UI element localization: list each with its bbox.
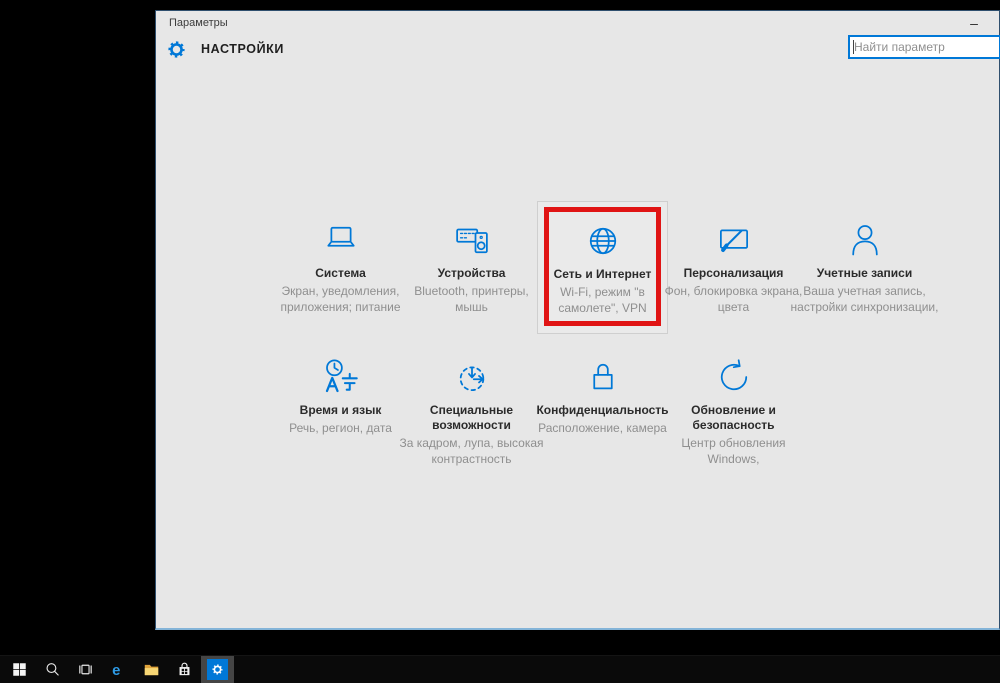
settings-header: НАСТРОЙКИ bbox=[166, 37, 284, 61]
tile-title: Время и язык bbox=[299, 403, 382, 417]
taskbar-search-button[interactable] bbox=[36, 656, 69, 683]
tile-subtitle: Экран, уведомления, приложения; питание bbox=[280, 284, 401, 314]
ease-icon bbox=[451, 356, 493, 398]
folder-icon bbox=[143, 661, 160, 678]
tile-title: Конфиденциальность bbox=[536, 403, 669, 417]
edge-button[interactable] bbox=[102, 656, 135, 683]
account-icon bbox=[844, 219, 886, 261]
tile-title: Сеть и Интернет bbox=[553, 267, 652, 281]
tile-title: Персонализация bbox=[683, 266, 784, 280]
tile-subtitle: Wi-Fi, режим "в самолете", VPN bbox=[558, 285, 647, 315]
tile-title: Система bbox=[315, 266, 366, 280]
text-caret bbox=[853, 40, 854, 54]
tile-personalization[interactable]: Персонализация Фон, блокировка экрана, ц… bbox=[665, 201, 802, 334]
start-button[interactable] bbox=[3, 656, 36, 683]
tile-privacy[interactable]: Конфиденциальность Расположение, камера bbox=[536, 338, 669, 471]
tile-title: Обновление и безопасность bbox=[691, 403, 776, 432]
tile-title: Учетные записи bbox=[816, 266, 913, 280]
update-icon bbox=[713, 356, 755, 398]
gear-icon bbox=[166, 39, 187, 60]
settings-tiles-grid: Система Экран, уведомления, приложения; … bbox=[275, 201, 938, 475]
store-button[interactable] bbox=[168, 656, 201, 683]
tile-subtitle: Речь, регион, дата bbox=[289, 421, 392, 435]
minimize-button[interactable]: – bbox=[952, 11, 996, 35]
tile-network-internet[interactable]: Сеть и Интернет Wi-Fi, режим "в самолете… bbox=[537, 201, 668, 334]
gear-icon bbox=[211, 663, 224, 676]
tile-time-language[interactable]: Время и язык Речь, регион, дата bbox=[275, 338, 406, 471]
personalization-icon bbox=[713, 219, 755, 261]
edge-icon bbox=[110, 661, 127, 678]
time-language-icon bbox=[320, 356, 362, 398]
tile-title: Устройства bbox=[437, 266, 506, 280]
privacy-icon bbox=[582, 356, 624, 398]
store-icon bbox=[176, 661, 193, 678]
tile-subtitle: Расположение, камера bbox=[538, 421, 667, 435]
taskbar bbox=[0, 655, 1000, 683]
tile-subtitle: Центр обновления Windows, bbox=[681, 436, 786, 466]
tile-accounts[interactable]: Учетные записи Ваша учетная запись, наст… bbox=[791, 201, 938, 334]
tile-devices[interactable]: Устройства Bluetooth, принтеры, мышь bbox=[406, 201, 537, 334]
page-title: НАСТРОЙКИ bbox=[201, 42, 284, 56]
tile-system[interactable]: Система Экран, уведомления, приложения; … bbox=[275, 201, 406, 334]
tile-subtitle: Фон, блокировка экрана, цвета bbox=[664, 284, 803, 314]
tb-search-icon bbox=[44, 661, 61, 678]
taskview-icon bbox=[77, 661, 94, 678]
window-titlebar[interactable]: Параметры bbox=[169, 17, 228, 29]
task-view-button[interactable] bbox=[69, 656, 102, 683]
tile-update-security[interactable]: Обновление и безопасность Центр обновлен… bbox=[668, 338, 799, 471]
tile-title: Специальные возможности bbox=[429, 403, 514, 432]
devices-icon bbox=[451, 219, 493, 261]
tile-ease-of-access[interactable]: Специальные возможности За кадром, лупа,… bbox=[399, 338, 544, 471]
start-icon bbox=[11, 661, 28, 678]
settings-window: Параметры – НАСТРОЙКИ Система Экран, уве… bbox=[155, 10, 1000, 630]
tile-subtitle: За кадром, лупа, высокая контрастность bbox=[399, 436, 544, 466]
globe-icon bbox=[582, 220, 624, 262]
settings-button[interactable] bbox=[201, 656, 234, 683]
tile-subtitle: Bluetooth, принтеры, мышь bbox=[414, 284, 529, 314]
laptop-icon bbox=[320, 219, 362, 261]
settings-tile-background bbox=[207, 659, 228, 680]
file-explorer-button[interactable] bbox=[135, 656, 168, 683]
search-input[interactable] bbox=[848, 35, 1000, 59]
tile-subtitle: Ваша учетная запись, настройки синхрониз… bbox=[790, 284, 939, 314]
